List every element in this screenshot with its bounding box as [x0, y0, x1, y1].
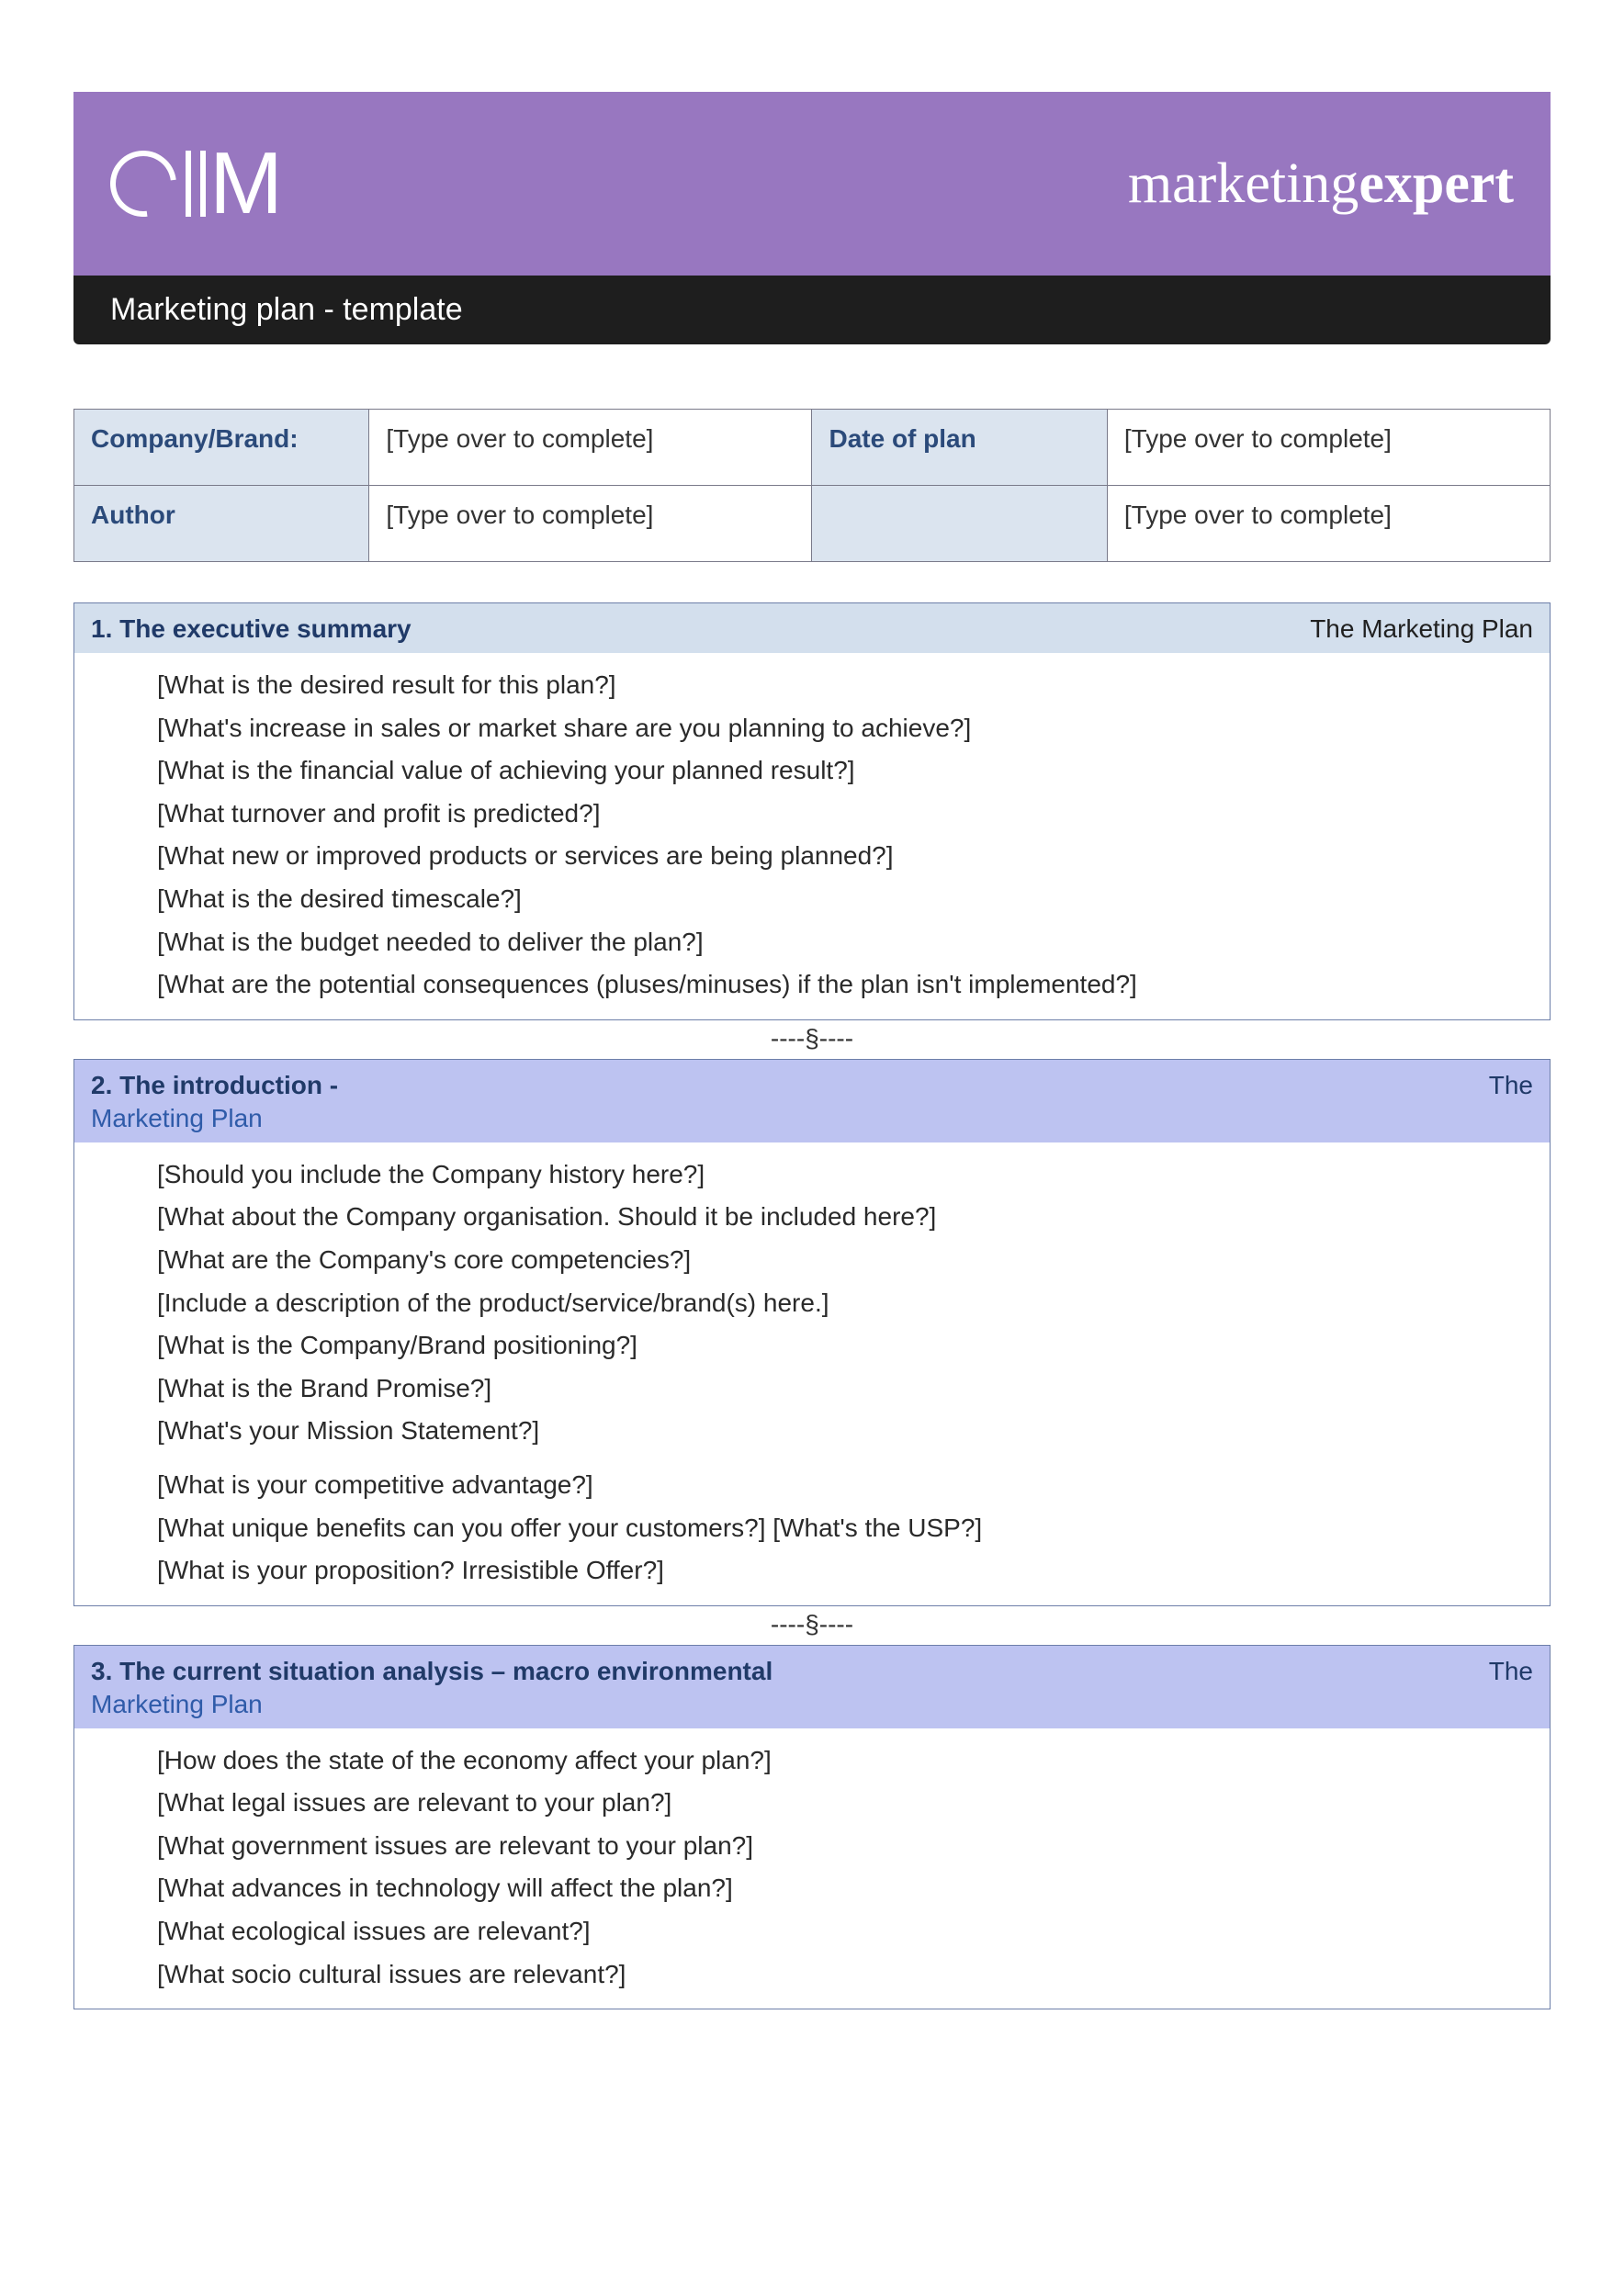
question-item[interactable]: [What socio cultural issues are relevant…: [157, 1953, 1533, 1997]
question-item[interactable]: [What government issues are relevant to …: [157, 1825, 1533, 1868]
meta-label-blank: [812, 486, 1107, 562]
section-doc-label-right: The: [1489, 1657, 1533, 1686]
logo-cim: M: [110, 133, 276, 234]
section-introduction: 2. The introduction - The Marketing Plan…: [73, 1059, 1551, 1606]
table-row: Company/Brand: [Type over to complete] D…: [74, 410, 1551, 486]
question-item[interactable]: [What advances in technology will affect…: [157, 1867, 1533, 1910]
meta-value-company[interactable]: [Type over to complete]: [369, 410, 812, 486]
question-item[interactable]: [What is your competitive advantage?]: [157, 1464, 1533, 1507]
section-doc-label-sub: Marketing Plan: [91, 1686, 1533, 1719]
section-separator: ----§----: [73, 1606, 1551, 1643]
section-title: 2. The introduction -: [91, 1071, 338, 1100]
section-header: 2. The introduction - The Marketing Plan: [74, 1060, 1550, 1142]
question-item[interactable]: [Include a description of the product/se…: [157, 1282, 1533, 1325]
question-item[interactable]: [What is your proposition? Irresistible …: [157, 1549, 1533, 1593]
question-item[interactable]: [What is the financial value of achievin…: [157, 749, 1533, 793]
section-doc-label: The Marketing Plan: [1310, 614, 1533, 644]
meta-value-extra[interactable]: [Type over to complete]: [1107, 486, 1550, 562]
section-executive-summary: 1. The executive summary The Marketing P…: [73, 602, 1551, 1020]
question-item[interactable]: [What is the Brand Promise?]: [157, 1367, 1533, 1411]
question-item[interactable]: [What about the Company organisation. Sh…: [157, 1196, 1533, 1239]
question-item[interactable]: [What new or improved products or servic…: [157, 835, 1533, 878]
brand-title: marketingexpert: [1128, 152, 1514, 217]
section-situation-analysis: 3. The current situation analysis – macr…: [73, 1645, 1551, 2010]
meta-value-date[interactable]: [Type over to complete]: [1107, 410, 1550, 486]
brand-left: marketing: [1128, 152, 1359, 215]
question-item[interactable]: [What is the desired result for this pla…: [157, 664, 1533, 707]
question-item[interactable]: [What is the desired timescale?]: [157, 878, 1533, 921]
section-body: [Should you include the Company history …: [74, 1142, 1550, 1605]
question-item[interactable]: [What is the Company/Brand positioning?]: [157, 1324, 1533, 1367]
meta-label-company: Company/Brand:: [74, 410, 369, 486]
metadata-table: Company/Brand: [Type over to complete] D…: [73, 409, 1551, 562]
question-item[interactable]: [What unique benefits can you offer your…: [157, 1507, 1533, 1550]
logo-m-icon: M: [209, 133, 276, 234]
brand-right: expert: [1359, 152, 1514, 215]
section-title: 1. The executive summary: [91, 614, 412, 644]
logo-divider-icon: [186, 151, 191, 217]
meta-label-author: Author: [74, 486, 369, 562]
section-separator: ----§----: [73, 1020, 1551, 1057]
section-doc-label-sub: Marketing Plan: [91, 1100, 1533, 1133]
section-header: 1. The executive summary The Marketing P…: [74, 603, 1550, 653]
table-row: Author [Type over to complete] [Type ove…: [74, 486, 1551, 562]
logo-c-icon: [96, 137, 189, 230]
section-header: 3. The current situation analysis – macr…: [74, 1646, 1550, 1728]
logo-bar-icon: [200, 151, 206, 217]
section-doc-label-right: The: [1489, 1071, 1533, 1100]
page-title: Marketing plan - template: [73, 276, 1551, 344]
meta-label-date: Date of plan: [812, 410, 1107, 486]
question-item[interactable]: [What are the Company's core competencie…: [157, 1239, 1533, 1282]
question-item[interactable]: [Should you include the Company history …: [157, 1154, 1533, 1197]
question-item[interactable]: [What's increase in sales or market shar…: [157, 707, 1533, 750]
question-item[interactable]: [What is the budget needed to deliver th…: [157, 921, 1533, 964]
section-body: [How does the state of the economy affec…: [74, 1728, 1550, 2009]
question-item[interactable]: [How does the state of the economy affec…: [157, 1739, 1533, 1783]
section-body: [What is the desired result for this pla…: [74, 653, 1550, 1019]
question-item[interactable]: [What turnover and profit is predicted?]: [157, 793, 1533, 836]
question-item[interactable]: [What's your Mission Statement?]: [157, 1410, 1533, 1453]
question-item[interactable]: [What legal issues are relevant to your …: [157, 1782, 1533, 1825]
question-item[interactable]: [What are the potential consequences (pl…: [157, 963, 1533, 1007]
section-title: 3. The current situation analysis – macr…: [91, 1657, 773, 1686]
meta-value-author[interactable]: [Type over to complete]: [369, 486, 812, 562]
question-item[interactable]: [What ecological issues are relevant?]: [157, 1910, 1533, 1953]
header-banner: M marketingexpert: [73, 92, 1551, 276]
